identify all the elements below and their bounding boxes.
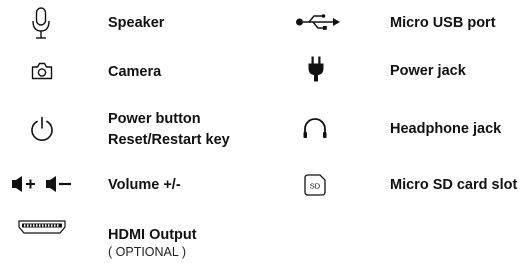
sd-card-icon-text: SD xyxy=(310,182,321,191)
legend-label-headphone-jack: Headphone jack xyxy=(390,121,502,137)
sd-card-icon: SD xyxy=(304,174,326,196)
legend-label-micro-sd: Micro SD card slot xyxy=(390,177,518,193)
usb-icon xyxy=(295,14,341,30)
headphone-icon xyxy=(302,117,328,139)
legend-label-camera: Camera xyxy=(108,64,162,80)
legend-page: { "legend": { "left": [ { "icon": "micro… xyxy=(0,0,532,263)
legend-label-speaker: Speaker xyxy=(108,15,165,31)
legend-label-reset-key: Reset/Restart key xyxy=(108,132,230,148)
legend-label-power-jack: Power jack xyxy=(390,63,466,79)
volume-icon xyxy=(11,175,73,193)
microphone-icon xyxy=(30,7,52,41)
legend-label-hdmi: HDMI Output xyxy=(108,227,197,243)
legend-label-power-button: Power button xyxy=(108,111,201,127)
legend-label-micro-usb: Micro USB port xyxy=(390,15,496,31)
hdmi-port-icon xyxy=(18,220,66,234)
legend-note-optional: ( OPTIONAL ) xyxy=(108,245,187,259)
power-plug-icon xyxy=(307,56,325,82)
power-icon xyxy=(29,116,55,142)
legend-label-volume: Volume +/- xyxy=(108,177,181,193)
camera-icon xyxy=(31,62,53,80)
